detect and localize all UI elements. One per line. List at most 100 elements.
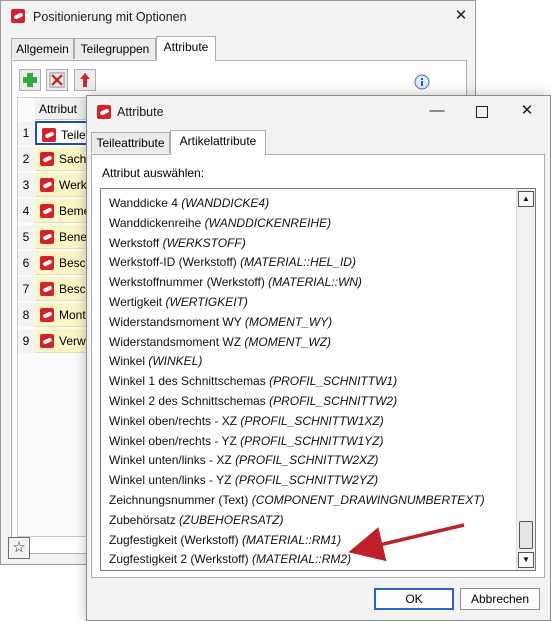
tab-teileattribute[interactable]: Teileattribute [91,132,170,153]
attribute-icon [40,204,54,218]
delete-button[interactable] [46,69,68,91]
attribute-icon [42,128,56,142]
attribute-code: (ZUBEHOERSATZ) [179,512,284,527]
annotation-arrow-icon [348,523,465,562]
attribute-list-item[interactable]: Zugfestigkeit 2 (Werkstoff) (MATERIAL::R… [109,549,351,569]
attribute-name: Winkel 2 des Schnittschemas [109,394,266,408]
attribute-list-item[interactable]: Werkstoffnummer (Werkstoff) (MATERIAL::W… [109,272,362,292]
scroll-down-button[interactable]: ▼ [518,552,534,568]
scroll-thumb[interactable] [519,521,533,549]
cancel-button[interactable]: Abbrechen [460,588,540,610]
attribute-code: (PROFIL_SCHNITTW2YZ) [234,473,379,488]
move-up-button[interactable] [74,69,96,91]
attribute-list-item[interactable]: Zubehörsatz (ZUBEHOERSATZ) [109,510,284,530]
minimize-icon[interactable]: — [427,101,447,121]
attribute-icon [40,230,54,244]
attribute-list-item[interactable]: Winkel 2 des Schnittschemas (PROFIL_SCHN… [109,391,397,411]
tab-artikelattribute[interactable]: Artikelattribute [170,130,266,155]
attribute-code: (MOMENT_WY) [244,314,333,329]
attribute-code: (WINKEL) [148,354,203,369]
attribute-code: (MATERIAL::RM1) [241,532,342,547]
grid-row-label: Bene [59,230,88,244]
attribute-code: (MATERIAL::HEL_ID) [240,255,356,270]
scroll-up-button[interactable]: ▲ [518,191,534,207]
attribute-name: Winkel unten/links - XZ [109,453,232,468]
add-icon [23,73,37,87]
ok-button[interactable]: OK [374,588,454,610]
move-up-icon [80,73,90,87]
attribute-list-item[interactable]: Winkel unten/links - XZ (PROFIL_SCHNITTW… [109,450,378,470]
maximize-icon[interactable] [476,106,488,118]
attribute-code: (WERKSTOFF) [162,235,246,250]
app-logo-icon [97,105,111,119]
grid-row-number: 1 [18,121,34,145]
grid-row-label: Werk [59,178,87,192]
delete-icon [49,72,65,88]
attribute-code: (MATERIAL::RM2) [251,552,352,567]
grid-row-number: 8 [18,303,34,327]
attribute-list-item[interactable]: Winkel oben/rechts - YZ (PROFIL_SCHNITTW… [109,431,384,451]
attribute-list-item[interactable]: Widerstandsmoment WY (MOMENT_WY) [109,312,332,332]
attribute-name: Winkel oben/rechts - YZ [109,433,237,448]
attribute-icon [40,334,54,348]
attribute-list-item[interactable]: Wanddickenreihe (WANDDICKENREIHE) [109,213,331,233]
close-icon[interactable]: ✕ [449,6,473,26]
attribute-name: Winkel [109,354,146,369]
app-logo-icon [11,9,25,23]
tab-teilegruppen[interactable]: Teilegruppen [74,38,156,59]
attribute-list-item[interactable]: Wertigkeit (WERTIGKEIT) [109,292,248,312]
attribute-icon [40,282,54,296]
arrow-up-icon: ▲ [522,194,530,203]
attribute-dialog: Attribute — ✕ Teileattribute Artikelattr… [86,95,551,621]
attribute-list-item[interactable]: Werkstoff (WERKSTOFF) [109,233,246,253]
attribute-icon [40,308,54,322]
attribute-list-item[interactable]: Winkel unten/links - YZ (PROFIL_SCHNITTW… [109,470,378,490]
attribute-list-item[interactable]: Winkel (WINKEL) [109,351,202,371]
grid-row-label: Verw [59,334,86,348]
star-icon: ☆ [12,539,26,556]
arrow-down-icon: ▼ [522,555,530,564]
favorite-button[interactable]: ☆ [8,537,30,559]
attribute-name: Wertigkeit [109,295,163,309]
info-icon[interactable] [414,74,430,90]
attribute-list-item[interactable]: Werkstoff-ID (Werkstoff) (MATERIAL::HEL_… [109,252,356,272]
attribute-list-item[interactable]: Zugfestigkeit (Werkstoff) (MATERIAL::RM1… [109,530,341,550]
grid-row-number: 2 [18,147,34,171]
tab-allgemein[interactable]: Allgemein [11,38,74,59]
add-button[interactable] [19,69,41,91]
close-icon[interactable]: ✕ [516,101,538,121]
attribute-list-item[interactable]: Winkel 1 des Schnittschemas (PROFIL_SCHN… [109,371,397,391]
attribute-code: (PROFIL_SCHNITTW1YZ) [240,433,384,448]
attribute-code: (PROFIL_SCHNITTW1) [269,374,398,389]
grid-row-number: 7 [18,277,34,301]
attribute-code: (MOMENT_WZ) [244,334,332,349]
window-title: Positionierung mit Optionen [33,10,187,24]
attribute-list-item[interactable]: Widerstandsmoment WZ (MOMENT_WZ) [109,332,331,352]
attribute-icon [40,256,54,270]
attribute-name: Wanddickenreihe [109,215,202,230]
grid-row-number: 5 [18,225,34,249]
grid-row-number: 4 [18,199,34,223]
attribute-prompt-label: Attribut auswählen: [102,166,205,180]
attribute-code: (PROFIL_SCHNITTW1XZ) [240,413,384,428]
attribute-listbox[interactable]: Wanddicke 4 (WANDDICKE4) Wanddickenreihe … [100,188,536,571]
attribute-code: (WANDDICKE4) [181,196,270,210]
grid-row-number: 9 [18,329,34,353]
grid-row-number: 6 [18,251,34,275]
grid-row-label: Sach [59,152,87,166]
tab-attribute[interactable]: Attribute [156,36,216,61]
grid-row-number: 3 [18,173,34,197]
grid-row-label: Mont [59,308,86,322]
attribute-name: Zubehörsatz [109,512,176,527]
attribute-list-item[interactable]: Zeichnungsnummer (Text) (COMPONENT_DRAWI… [109,490,485,510]
attribute-name: Winkel 1 des Schnittschemas [109,374,266,389]
attribute-code: (PROFIL_SCHNITTW2) [269,394,398,408]
attribute-name: Winkel unten/links - YZ [109,473,232,488]
attribute-name: Widerstandsmoment WY [109,314,242,329]
attribute-list-item[interactable]: Winkel oben/rechts - XZ (PROFIL_SCHNITTW… [109,411,384,431]
attribute-list-item[interactable]: Wanddicke 4 (WANDDICKE4) [109,193,269,213]
scrollbar[interactable]: ▲ ▼ [516,189,535,570]
attribute-name: Zeichnungsnummer (Text) [109,493,249,507]
attribute-name: Zugfestigkeit 2 (Werkstoff) [109,552,249,567]
attribute-icon [40,178,54,192]
